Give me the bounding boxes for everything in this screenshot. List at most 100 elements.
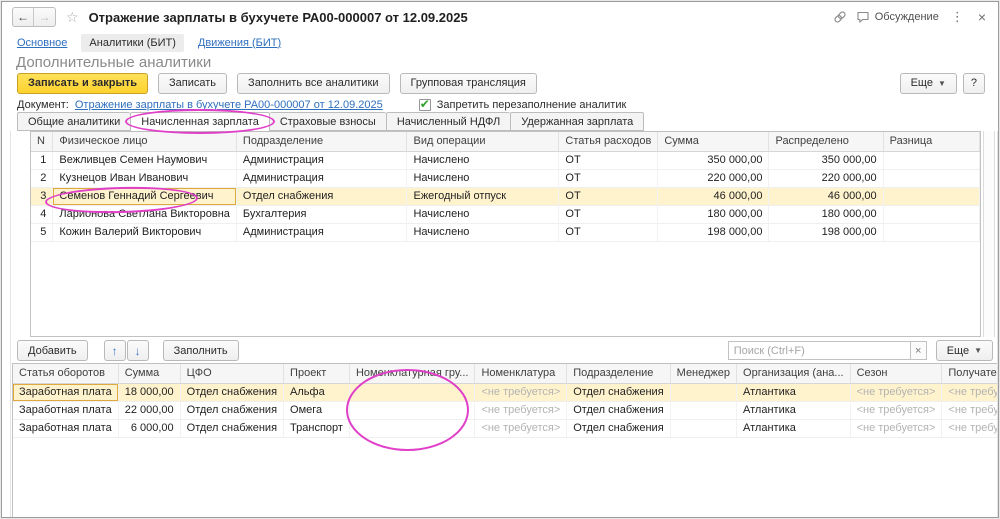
cell-distributed[interactable]: 350 000,00 xyxy=(769,151,883,169)
cell-operation[interactable]: Начислено xyxy=(407,205,559,223)
column-header-nomgroup[interactable]: Номенклатурная гру... xyxy=(349,364,474,383)
cell-cfo[interactable]: Отдел снабжения xyxy=(180,383,283,401)
column-header-person[interactable]: Физическое лицо xyxy=(53,132,237,151)
document-link[interactable]: Отражение зарплаты в бухучете РА00-00000… xyxy=(75,99,383,111)
cell-n[interactable]: 4 xyxy=(31,205,53,223)
group-broadcast-button[interactable]: Групповая трансляция xyxy=(400,73,537,94)
cell-n[interactable]: 2 xyxy=(31,169,53,187)
column-header-project[interactable]: Проект xyxy=(284,364,350,383)
back-arrow-icon[interactable]: ← xyxy=(13,8,34,26)
column-header-department[interactable]: Подразделение xyxy=(236,132,407,151)
cell-n[interactable]: 1 xyxy=(31,151,53,169)
clear-search-icon[interactable]: × xyxy=(910,341,927,360)
cell-operation[interactable]: Ежегодный отпуск xyxy=(407,187,559,205)
column-header-operation[interactable]: Вид операции xyxy=(407,132,559,151)
cell-receiver[interactable]: <не требуется> xyxy=(942,401,997,419)
cell-season[interactable]: <не требуется> xyxy=(850,383,942,401)
table-row[interactable]: Заработная плата6 000,00Отдел снабженияТ… xyxy=(13,419,997,437)
cell-amount[interactable]: 350 000,00 xyxy=(658,151,769,169)
cell-expense[interactable]: ОТ xyxy=(559,151,658,169)
cell-diff[interactable] xyxy=(883,151,979,169)
checkbox-checked-icon[interactable] xyxy=(419,99,431,111)
table-row[interactable]: 1Вежливцев Семен НаумовичАдминистрацияНа… xyxy=(31,151,980,169)
fill-all-analytics-button[interactable]: Заполнить все аналитики xyxy=(237,73,389,94)
column-header-amount[interactable]: Сумма xyxy=(118,364,180,383)
discussion-button[interactable]: Обсуждение xyxy=(856,11,939,24)
cell-expense[interactable]: ОТ xyxy=(559,169,658,187)
cell-department[interactable]: Администрация xyxy=(236,151,407,169)
tab-nachislennaya-zarplata[interactable]: Начисленная зарплата xyxy=(130,112,270,132)
cell-item[interactable]: Заработная плата xyxy=(13,401,118,419)
tab-obshchie-analitiki[interactable]: Общие аналитики xyxy=(17,112,130,131)
cell-diff[interactable] xyxy=(883,223,979,241)
cell-nomenclature[interactable]: <не требуется> xyxy=(475,383,567,401)
more-button-top[interactable]: Еще▼ xyxy=(900,73,957,94)
cell-operation[interactable]: Начислено xyxy=(407,223,559,241)
cell-amount[interactable]: 198 000,00 xyxy=(658,223,769,241)
link-icon[interactable] xyxy=(833,10,847,24)
cell-manager[interactable] xyxy=(670,383,736,401)
fill-button[interactable]: Заполнить xyxy=(163,340,239,361)
cell-project[interactable]: Омега xyxy=(284,401,350,419)
column-header-nomenclature[interactable]: Номенклатура xyxy=(475,364,567,383)
cell-season[interactable]: <не требуется> xyxy=(850,401,942,419)
cell-diff[interactable] xyxy=(883,205,979,223)
cell-diff[interactable] xyxy=(883,187,979,205)
cell-org[interactable]: Атлантика xyxy=(737,401,851,419)
tab-strakhovye-vznosy[interactable]: Страховые взносы xyxy=(270,112,386,131)
cell-n[interactable]: 5 xyxy=(31,223,53,241)
column-header-diff[interactable]: Разница xyxy=(883,132,979,151)
cell-operation[interactable]: Начислено xyxy=(407,169,559,187)
cell-nomgroup[interactable] xyxy=(349,419,474,437)
cell-person[interactable]: Ларионова Светлана Викторовна xyxy=(53,205,237,223)
column-header-item[interactable]: Статья оборотов xyxy=(13,364,118,383)
cell-receiver[interactable]: <не требуется> xyxy=(942,419,997,437)
close-icon[interactable]: × xyxy=(976,9,988,25)
cell-diff[interactable] xyxy=(883,169,979,187)
cell-expense[interactable]: ОТ xyxy=(559,187,658,205)
cell-org[interactable]: Атлантика xyxy=(737,419,851,437)
table-row[interactable]: 3Семенов Геннадий СергеевичОтдел снабжен… xyxy=(31,187,980,205)
cell-department[interactable]: Отдел снабжения xyxy=(236,187,407,205)
search-input[interactable] xyxy=(728,341,911,360)
move-down-button[interactable]: ↓ xyxy=(127,340,149,361)
cell-department[interactable]: Бухгалтерия xyxy=(236,205,407,223)
column-header-org[interactable]: Организация (ана... xyxy=(737,364,851,383)
cell-department[interactable]: Отдел снабжения xyxy=(567,401,670,419)
cell-person[interactable]: Семенов Геннадий Сергеевич xyxy=(53,187,237,205)
column-header-department[interactable]: Подразделение xyxy=(567,364,670,383)
cell-person[interactable]: Кузнецов Иван Иванович xyxy=(53,169,237,187)
cell-cfo[interactable]: Отдел снабжения xyxy=(180,419,283,437)
cell-amount[interactable]: 180 000,00 xyxy=(658,205,769,223)
column-header-season[interactable]: Сезон xyxy=(850,364,942,383)
tab-dvizheniya-bit[interactable]: Движения (БИТ) xyxy=(198,37,281,49)
cell-project[interactable]: Транспорт xyxy=(284,419,350,437)
cell-department[interactable]: Отдел снабжения xyxy=(567,419,670,437)
column-header-n[interactable]: N xyxy=(31,132,53,151)
cell-manager[interactable] xyxy=(670,419,736,437)
cell-manager[interactable] xyxy=(670,401,736,419)
cell-distributed[interactable]: 180 000,00 xyxy=(769,205,883,223)
cell-person[interactable]: Вежливцев Семен Наумович xyxy=(53,151,237,169)
cell-expense[interactable]: ОТ xyxy=(559,223,658,241)
cell-amount[interactable]: 46 000,00 xyxy=(658,187,769,205)
cell-person[interactable]: Кожин Валерий Викторович xyxy=(53,223,237,241)
table-row[interactable]: Заработная плата22 000,00Отдел снабжения… xyxy=(13,401,997,419)
cell-cfo[interactable]: Отдел снабжения xyxy=(180,401,283,419)
cell-expense[interactable]: ОТ xyxy=(559,205,658,223)
cell-project[interactable]: Альфа xyxy=(284,383,350,401)
history-nav[interactable]: ← → xyxy=(12,7,56,27)
column-header-distributed[interactable]: Распределено xyxy=(769,132,883,151)
save-button[interactable]: Записать xyxy=(158,73,227,94)
cell-item[interactable]: Заработная плата xyxy=(13,383,118,401)
cell-nomenclature[interactable]: <не требуется> xyxy=(475,401,567,419)
cell-amount[interactable]: 6 000,00 xyxy=(118,419,180,437)
cell-amount[interactable]: 22 000,00 xyxy=(118,401,180,419)
column-header-cfo[interactable]: ЦФО xyxy=(180,364,283,383)
forbid-refill-checkbox[interactable]: Запретить перезаполнение аналитик xyxy=(419,99,627,111)
more-button-bottom[interactable]: Еще▼ xyxy=(936,340,993,361)
column-header-amount[interactable]: Сумма xyxy=(658,132,769,151)
cell-operation[interactable]: Начислено xyxy=(407,151,559,169)
cell-org[interactable]: Атлантика xyxy=(737,383,851,401)
tab-osnovnoe[interactable]: Основное xyxy=(17,37,67,49)
